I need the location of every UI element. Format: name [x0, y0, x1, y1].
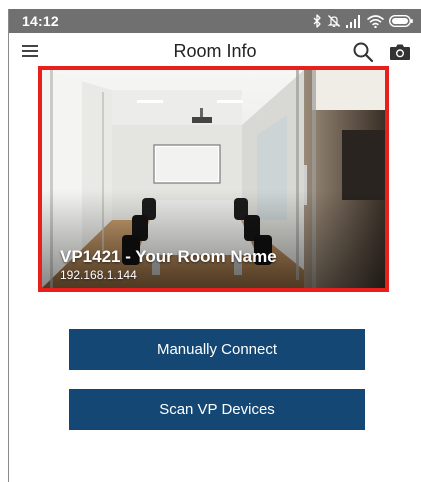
scan-vp-devices-button[interactable]: Scan VP Devices	[69, 389, 365, 430]
status-bar: 14:12	[9, 9, 421, 33]
signal-icon	[346, 14, 362, 28]
room-ip-address: 192.168.1.144	[60, 268, 137, 282]
room-card[interactable]: VP1421 - Your Room Name 192.168.1.144	[38, 66, 389, 292]
search-icon[interactable]	[352, 41, 374, 63]
battery-icon	[389, 15, 413, 27]
phone-screen: 14:12 Room Info VP1421 - Your Room Name …	[8, 9, 421, 482]
silent-icon	[327, 14, 341, 28]
manually-connect-button[interactable]: Manually Connect	[69, 329, 365, 370]
bluetooth-icon	[313, 14, 322, 28]
wifi-icon	[367, 14, 384, 28]
status-time: 14:12	[22, 13, 59, 29]
status-icons	[313, 12, 413, 30]
room-name: VP1421 - Your Room Name	[60, 247, 277, 266]
camera-icon[interactable]	[389, 42, 411, 62]
